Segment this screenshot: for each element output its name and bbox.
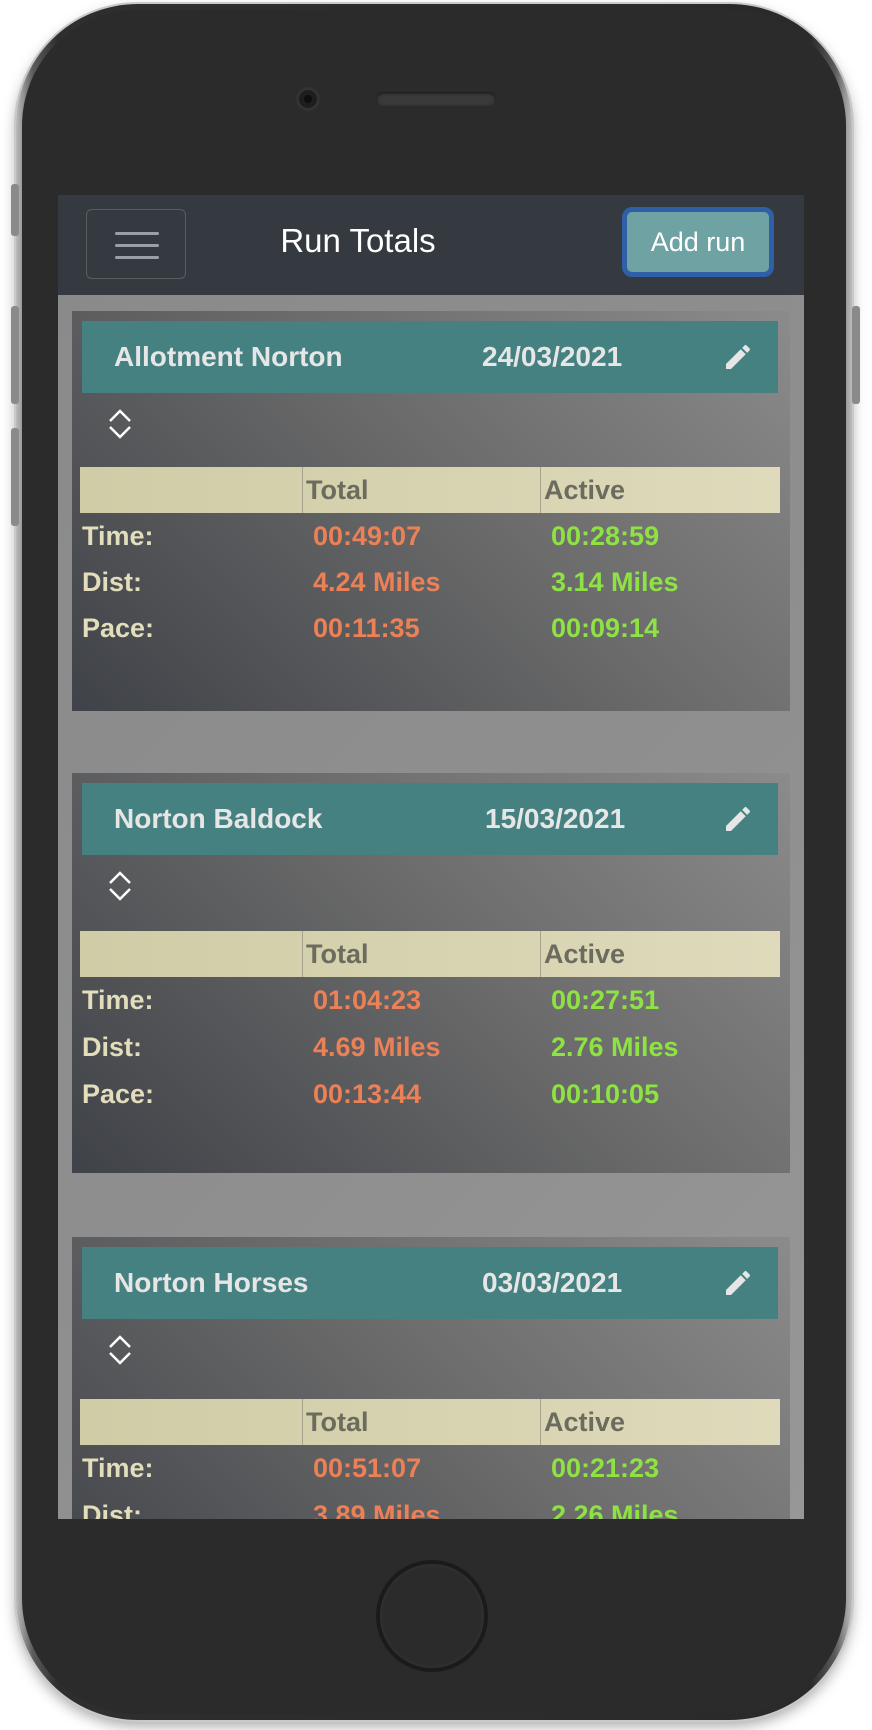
column-header-active: Active	[544, 1407, 626, 1437]
stat-active-value: 3.14 Miles	[551, 567, 679, 597]
volume-down-button	[11, 428, 19, 526]
pencil-edit-icon[interactable]	[722, 341, 754, 373]
column-divider	[540, 931, 541, 977]
stat-label: Pace:	[82, 613, 155, 643]
stat-total-value: 00:51:07	[313, 1453, 422, 1483]
stat-label: Time:	[82, 985, 154, 1015]
run-date: 24/03/2021	[482, 341, 623, 372]
expand-collapse-chevrons-icon[interactable]	[108, 869, 132, 903]
run-name: Allotment Norton	[114, 341, 343, 372]
run-date: 03/03/2021	[482, 1267, 623, 1298]
run-name: Norton Baldock	[114, 803, 323, 834]
app-screen: Run Totals Add run Allotment Norton 24/0…	[58, 195, 804, 1519]
stats-table-header: Total Active	[80, 931, 780, 977]
pencil-edit-icon[interactable]	[722, 803, 754, 835]
stat-active-value: 00:28:59	[551, 521, 660, 551]
stat-label: Dist:	[82, 1500, 142, 1519]
stat-total-value: 4.24 Miles	[313, 567, 441, 597]
column-header-active: Active	[544, 475, 626, 505]
pencil-edit-icon[interactable]	[722, 1267, 754, 1299]
add-run-button[interactable]: Add run	[622, 207, 774, 277]
stat-active-value: 2.76 Miles	[551, 1032, 679, 1062]
stat-total-value: 3.89 Miles	[313, 1500, 441, 1519]
navbar: Run Totals Add run	[58, 195, 804, 295]
column-divider	[302, 467, 303, 513]
home-button[interactable]	[376, 1560, 488, 1672]
stat-active-value: 00:27:51	[551, 985, 660, 1015]
front-camera-icon	[296, 87, 320, 111]
column-divider	[540, 1399, 541, 1445]
stat-row-distance: Dist: 3.89 Miles 2.26 Miles	[80, 1492, 780, 1519]
stat-total-value: 00:11:35	[313, 613, 420, 643]
hamburger-menu-icon	[115, 244, 159, 247]
power-button	[852, 306, 860, 404]
stat-row-time: Time: 01:04:23 00:27:51	[80, 977, 780, 1023]
stat-label: Time:	[82, 521, 154, 551]
stat-total-value: 00:13:44	[313, 1079, 422, 1109]
stat-active-value: 00:21:23	[551, 1453, 660, 1483]
stat-row-pace: Pace: 00:11:35 00:09:14	[80, 605, 780, 651]
stat-total-value: 01:04:23	[313, 985, 422, 1015]
stat-row-pace: Pace: 00:13:44 00:10:05	[80, 1071, 780, 1117]
run-card: Norton Horses 03/03/2021 Total Active Ti…	[72, 1237, 790, 1519]
expand-collapse-chevrons-icon[interactable]	[108, 407, 132, 441]
column-divider	[540, 467, 541, 513]
column-header-active: Active	[544, 939, 626, 969]
run-card-header: Norton Horses 03/03/2021	[82, 1247, 778, 1319]
stat-row-time: Time: 00:49:07 00:28:59	[80, 513, 780, 559]
stat-active-value: 00:10:05	[551, 1079, 660, 1109]
stat-active-value: 00:09:14	[551, 613, 660, 643]
run-card-header: Norton Baldock 15/03/2021	[82, 783, 778, 855]
hamburger-menu-icon	[115, 256, 159, 259]
run-date: 15/03/2021	[485, 803, 626, 834]
run-name: Norton Horses	[114, 1267, 309, 1298]
earpiece-speaker	[376, 92, 496, 106]
column-divider	[302, 1399, 303, 1445]
page-title: Run Totals	[280, 222, 436, 259]
stat-row-time: Time: 00:51:07 00:21:23	[80, 1445, 780, 1491]
run-card-header: Allotment Norton 24/03/2021	[82, 321, 778, 393]
column-header-total: Total	[306, 475, 369, 505]
stats-table-header: Total Active	[80, 1399, 780, 1445]
hamburger-menu-icon	[115, 232, 159, 235]
column-header-total: Total	[306, 1407, 369, 1437]
stat-label: Pace:	[82, 1079, 155, 1109]
stat-row-distance: Dist: 4.69 Miles 2.76 Miles	[80, 1024, 780, 1070]
run-card: Allotment Norton 24/03/2021 Total Active…	[72, 311, 790, 711]
hamburger-menu-button[interactable]	[86, 209, 186, 279]
stat-row-distance: Dist: 4.24 Miles 3.14 Miles	[80, 559, 780, 605]
stat-total-value: 00:49:07	[313, 521, 422, 551]
mute-switch	[11, 184, 19, 236]
column-divider	[302, 931, 303, 977]
stat-total-value: 4.69 Miles	[313, 1032, 441, 1062]
stat-label: Dist:	[82, 1032, 142, 1062]
column-header-total: Total	[306, 939, 369, 969]
stat-label: Time:	[82, 1453, 154, 1483]
stat-active-value: 2.26 Miles	[551, 1500, 679, 1519]
run-card: Norton Baldock 15/03/2021 Total Active T…	[72, 773, 790, 1173]
volume-up-button	[11, 306, 19, 404]
stat-label: Dist:	[82, 567, 142, 597]
stats-table-header: Total Active	[80, 467, 780, 513]
expand-collapse-chevrons-icon[interactable]	[108, 1333, 132, 1367]
